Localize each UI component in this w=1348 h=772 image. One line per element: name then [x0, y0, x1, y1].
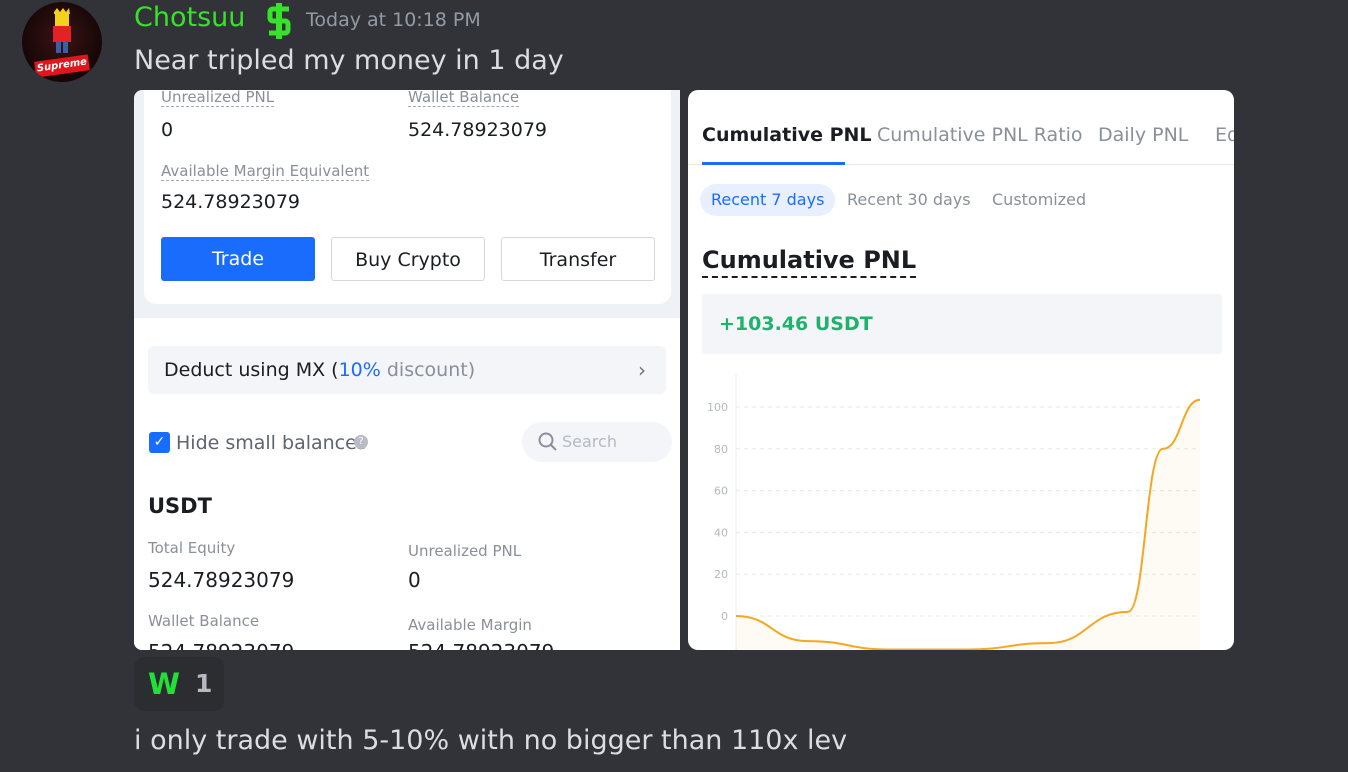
asset-wallet-balance-value: 524.78923079 [148, 640, 294, 650]
attachment-image-pnl[interactable]: Cumulative PNL Cumulative PNL Ratio Dail… [688, 90, 1234, 650]
chart-y-tick-label: 80 [714, 443, 728, 456]
chart-area-fill [736, 399, 1200, 650]
search-placeholder: Search [562, 432, 617, 451]
unrealized-pnl-label: Unrealized PNL [161, 90, 275, 107]
reaction-count: 1 [195, 669, 213, 698]
available-margin-equivalent-label: Available Margin Equivalent [161, 162, 370, 181]
username[interactable]: Chotsuu [134, 2, 245, 33]
transfer-button[interactable]: Transfer [501, 237, 655, 281]
asset-unrealized-pnl-value: 0 [408, 568, 421, 592]
range-customized[interactable]: Customized [981, 184, 1097, 216]
search-icon [538, 432, 557, 451]
help-icon[interactable]: ? [354, 435, 368, 449]
message-timestamp: Today at 10:18 PM [306, 9, 481, 31]
chart-y-tick-label: 40 [714, 526, 728, 539]
tab-equity[interactable]: Eq [1215, 124, 1234, 146]
chart-title: Cumulative PNL [702, 246, 917, 278]
asset-unrealized-pnl-label: Unrealized PNL [408, 542, 522, 560]
search-input[interactable]: Search [522, 422, 672, 462]
deduct-close-paren: ) [467, 359, 476, 381]
user-avatar[interactable]: Supreme [22, 2, 102, 82]
chart-y-tick-label: 20 [714, 568, 728, 581]
trade-button[interactable]: Trade [161, 237, 315, 281]
range-recent-30-days[interactable]: Recent 30 days [836, 184, 982, 216]
cumulative-pnl-chart: 100 80 60 40 20 0 [707, 374, 1201, 650]
total-equity-label: Total Equity [148, 539, 236, 557]
chevron-right-icon: › [638, 358, 646, 382]
deduct-prefix: Deduct using MX ( [164, 359, 339, 381]
total-equity-value: 524.78923079 [148, 568, 295, 592]
tab-cumulative-pnl-ratio[interactable]: Cumulative PNL Ratio [877, 124, 1083, 146]
range-recent-7-days[interactable]: Recent 7 days [700, 184, 836, 216]
balance-card: Unrealized PNL 0 Wallet Balance 524.7892… [144, 90, 671, 304]
w-emoji-icon: W [148, 667, 180, 701]
tab-cumulative-pnl[interactable]: Cumulative PNL [702, 124, 872, 146]
cumulative-pnl-value: +103.46 USDT [719, 313, 873, 335]
wallet-balance-value: 524.78923079 [408, 119, 548, 141]
available-margin-label: Available Margin [408, 616, 532, 634]
chart-y-tick-label: 60 [714, 485, 728, 498]
active-tab-indicator [702, 162, 845, 165]
reaction-w[interactable]: W 1 [134, 657, 224, 711]
deduct-mx-row[interactable]: Deduct using MX (10% discount) › [148, 346, 666, 394]
wallet-balance-label: Wallet Balance [408, 90, 520, 107]
deduct-discount-percent: 10% [338, 359, 381, 381]
chart-y-tick-label: 100 [707, 401, 728, 414]
buy-crypto-button[interactable]: Buy Crypto [331, 237, 485, 281]
chart-y-tick-label: 0 [721, 610, 728, 623]
hide-small-balances-checkbox[interactable]: ✓ [149, 432, 170, 453]
deduct-suffix: discount [380, 359, 468, 381]
avatar-supreme-logo: Supreme [34, 54, 90, 78]
pnl-tabs: Cumulative PNL Cumulative PNL Ratio Dail… [688, 124, 1234, 165]
asset-panel: Deduct using MX (10% discount) › ✓ Hide … [134, 318, 680, 650]
pnl-summary-box: +103.46 USDT [702, 294, 1222, 354]
avatar-figure-icon [53, 8, 71, 53]
dollar-role-icon [267, 3, 291, 39]
attachment-image-wallet[interactable]: Unrealized PNL 0 Wallet Balance 524.7892… [134, 90, 680, 650]
asset-name: USDT [148, 494, 212, 518]
unrealized-pnl-value: 0 [161, 119, 174, 141]
available-margin-value: 524.78923079 [408, 640, 554, 650]
available-margin-equivalent-value: 524.78923079 [161, 191, 301, 213]
hide-small-balances-label: Hide small balances [176, 432, 367, 454]
message-text: Near tripled my money in 1 day [134, 45, 564, 76]
asset-wallet-balance-label: Wallet Balance [148, 612, 260, 630]
followup-message-text: i only trade with 5-10% with no bigger t… [134, 725, 848, 756]
tab-daily-pnl[interactable]: Daily PNL [1098, 124, 1188, 146]
